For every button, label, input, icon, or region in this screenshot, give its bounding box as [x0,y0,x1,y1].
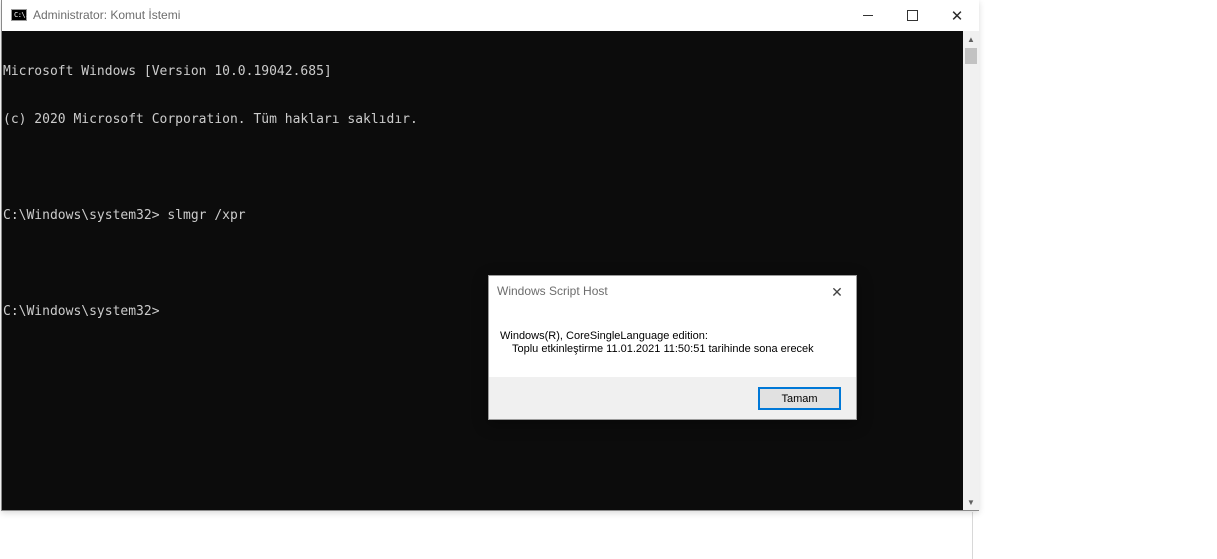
terminal-line: (c) 2020 Microsoft Corporation. Tüm hakl… [3,112,418,127]
cmd-app-icon[interactable]: C:\. [11,9,29,21]
scroll-up-button[interactable]: ▲ [963,31,979,47]
chevron-down-icon: ▼ [967,497,975,507]
cmd-app-icon-label: C:\. [14,11,29,19]
desktop-screen: C:\. Administrator: Komut İstemi ✕ Micro… [0,0,1217,559]
terminal-output[interactable]: Microsoft Windows [Version 10.0.19042.68… [2,31,962,510]
terminal-line: Microsoft Windows [Version 10.0.19042.68… [3,64,332,79]
scroll-down-button[interactable]: ▼ [963,494,979,510]
chevron-up-icon: ▲ [967,34,975,44]
maximize-button[interactable] [889,0,935,31]
script-host-dialog[interactable]: Windows Script Host ✕ Windows(R), CoreSi… [488,275,857,420]
close-icon: ✕ [950,7,964,25]
ok-button[interactable]: Tamam [758,387,841,410]
terminal-line: C:\Windows\system32> slmgr /xpr [3,208,246,223]
dialog-message-expiry: Toplu etkinleştirme 11.01.2021 11:50:51 … [512,343,814,355]
dialog-close-button[interactable]: ✕ [825,281,849,303]
dialog-message-edition: Windows(R), CoreSingleLanguage edition: [500,330,708,342]
maximize-icon [906,10,918,21]
close-button[interactable]: ✕ [934,0,980,31]
scrollbar-thumb[interactable] [965,48,977,64]
vertical-scrollbar[interactable]: ▲ ▼ [963,31,979,510]
command-prompt-window[interactable]: C:\. Administrator: Komut İstemi ✕ Micro… [1,0,979,511]
minimize-icon [863,15,873,16]
dialog-footer: Tamam [489,377,856,419]
dialog-title: Windows Script Host [497,284,608,298]
close-icon: ✕ [831,283,843,300]
background-divider [972,512,973,559]
minimize-button[interactable] [845,0,891,31]
window-title: Administrator: Komut İstemi [33,8,181,22]
window-titlebar[interactable]: C:\. Administrator: Komut İstemi ✕ [2,0,979,31]
